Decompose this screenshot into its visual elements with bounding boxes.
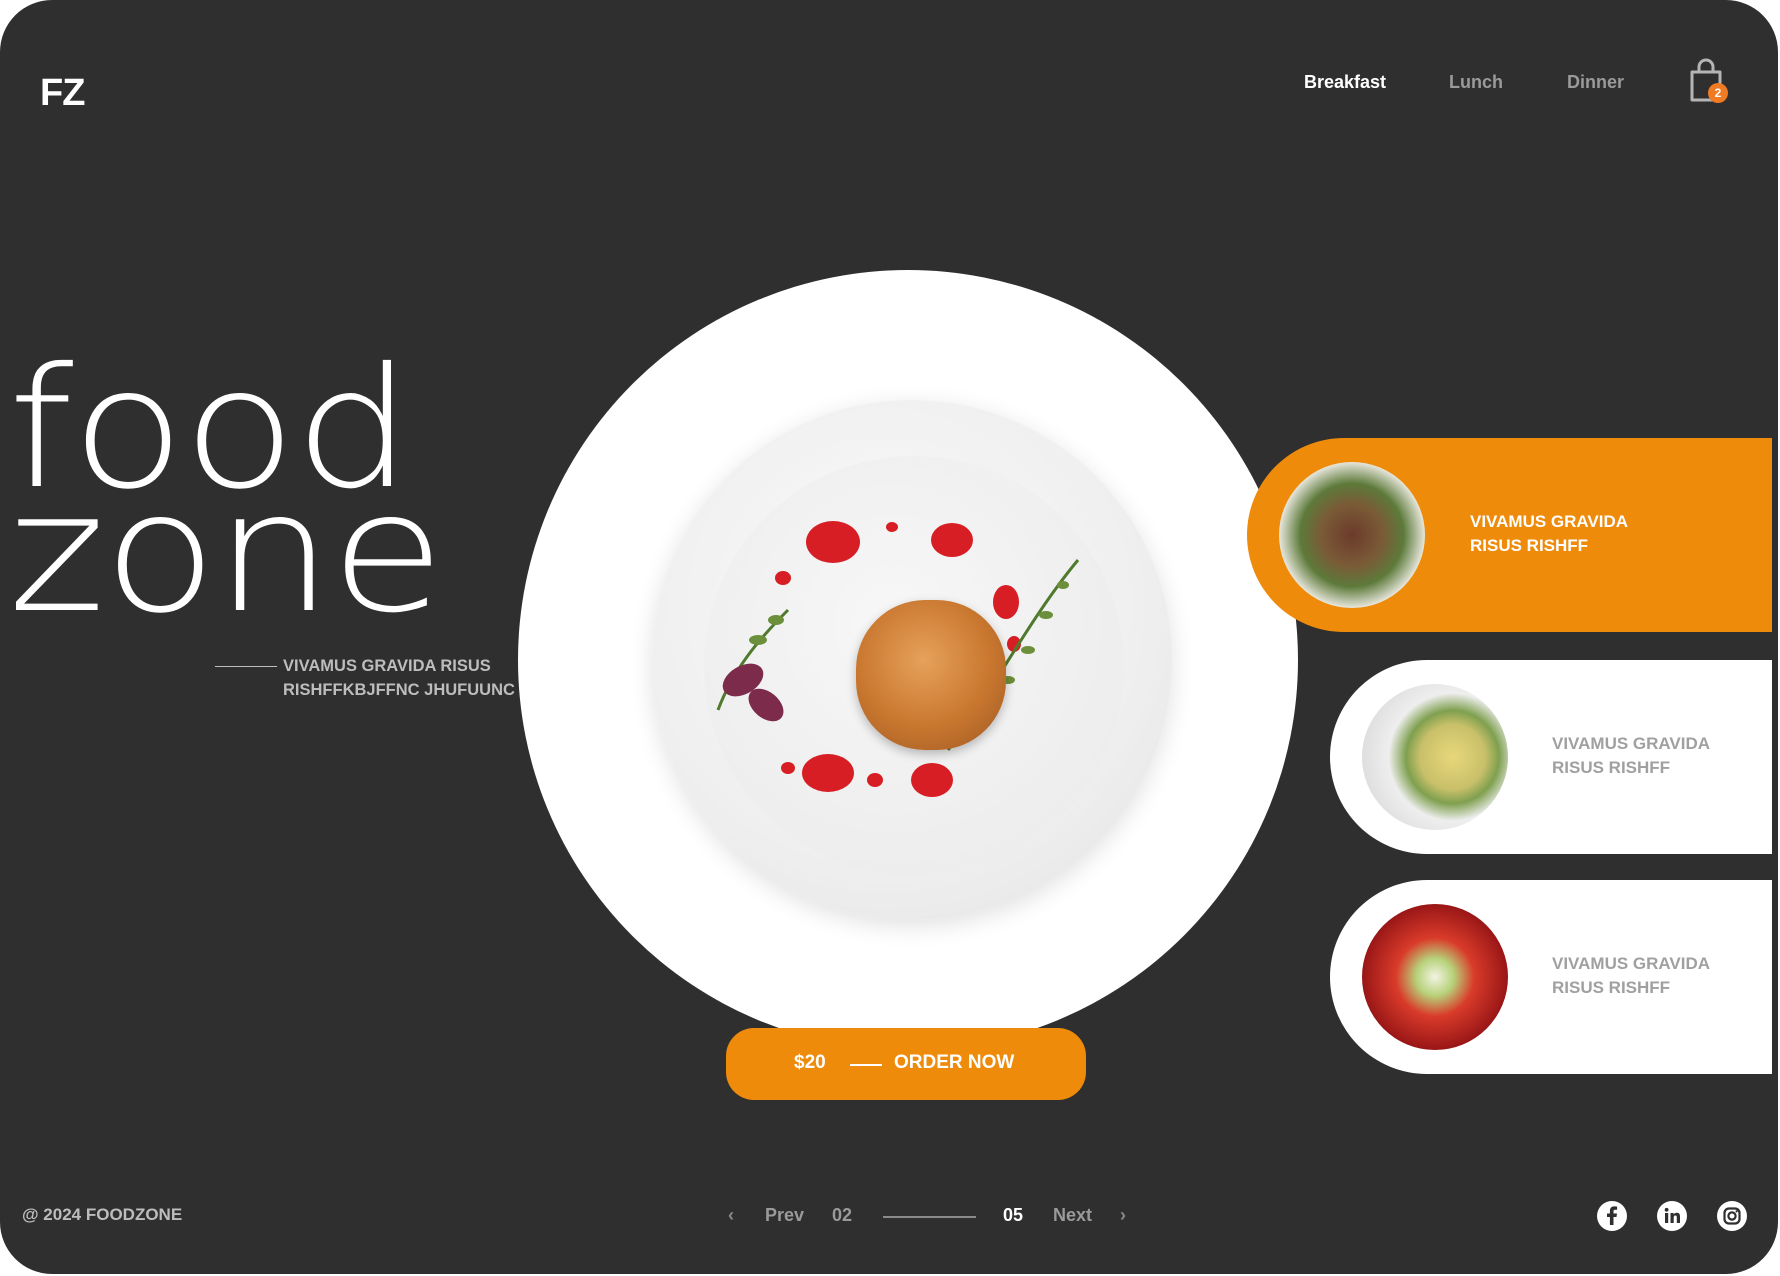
- order-label: ORDER NOW: [894, 1052, 1015, 1073]
- hero-subtitle-line-1: VIVAMUS GRAVIDA RISUS: [283, 657, 491, 675]
- facebook-icon[interactable]: [1597, 1201, 1627, 1231]
- menu-card-text: VIVAMUS GRAVIDA RISUS RISHFF: [1470, 510, 1710, 558]
- hero-subtitle: VIVAMUS GRAVIDA RISUS RISHFFKBJFFNC JHUF…: [283, 654, 523, 702]
- menu-card-title: VIVAMUS GRAVIDA: [1552, 734, 1711, 753]
- menu-card-title: VIVAMUS GRAVIDA: [1470, 512, 1629, 531]
- footer-copyright: @ 2024 FOODZONE: [22, 1205, 183, 1224]
- linkedin-icon[interactable]: [1657, 1201, 1687, 1231]
- nav-item-dinner[interactable]: Dinner: [1567, 72, 1624, 93]
- brand-logo[interactable]: FZ: [40, 72, 85, 115]
- menu-card-subtitle: RISUS RISHFF: [1470, 536, 1589, 555]
- pagination-next[interactable]: Next: [1053, 1205, 1092, 1226]
- nav-item-lunch[interactable]: Lunch: [1449, 72, 1503, 93]
- menu-card-title: VIVAMUS GRAVIDA: [1552, 954, 1711, 973]
- hero-subtitle-line-2: RISHFFKBJFFNC JHUFUUNC: [283, 681, 515, 699]
- featured-dish-circle: [518, 270, 1298, 1050]
- subtitle-divider: [215, 666, 277, 667]
- cart-count-badge: 2: [1708, 83, 1728, 103]
- menu-card-subtitle: RISUS RISHFF: [1552, 978, 1671, 997]
- menu-card-image: [1362, 904, 1508, 1050]
- menu-card-subtitle: RISUS RISHFF: [1552, 758, 1671, 777]
- menu-card-3[interactable]: VIVAMUS GRAVIDA RISUS RISHFF: [1330, 880, 1772, 1074]
- order-now-button[interactable]: $20 ORDER NOW: [726, 1028, 1086, 1100]
- pagination-current: 02: [832, 1205, 853, 1225]
- menu-card-image: [1279, 462, 1425, 608]
- nav-item-breakfast[interactable]: Breakfast: [1304, 72, 1386, 93]
- menu-card-text: VIVAMUS GRAVIDA RISUS RISHFF: [1552, 952, 1772, 1000]
- menu-card-image: [1362, 684, 1508, 830]
- main-panel: FZ Breakfast Lunch Dinner 2 food zone VI…: [0, 0, 1778, 1274]
- order-divider: [850, 1064, 882, 1066]
- chevron-left-icon[interactable]: ‹: [728, 1205, 734, 1226]
- pagination-progress-line: [883, 1216, 976, 1218]
- dish-patty: [856, 600, 1006, 750]
- instagram-icon[interactable]: [1717, 1201, 1747, 1231]
- hero-title: food zone: [8, 347, 445, 650]
- order-price: $20: [794, 1052, 826, 1073]
- menu-card-text: VIVAMUS GRAVIDA RISUS RISHFF: [1552, 732, 1772, 780]
- menu-card-1[interactable]: VIVAMUS GRAVIDA RISUS RISHFF: [1247, 438, 1772, 632]
- menu-card-2[interactable]: VIVAMUS GRAVIDA RISUS RISHFF: [1330, 660, 1772, 854]
- pagination-prev[interactable]: Prev: [765, 1205, 804, 1226]
- pagination-total: 05: [1003, 1205, 1024, 1225]
- chevron-right-icon[interactable]: ›: [1120, 1205, 1126, 1226]
- hero-title-line-2: zone: [8, 457, 445, 650]
- page-frame: FZ Breakfast Lunch Dinner 2 food zone VI…: [0, 0, 1780, 1276]
